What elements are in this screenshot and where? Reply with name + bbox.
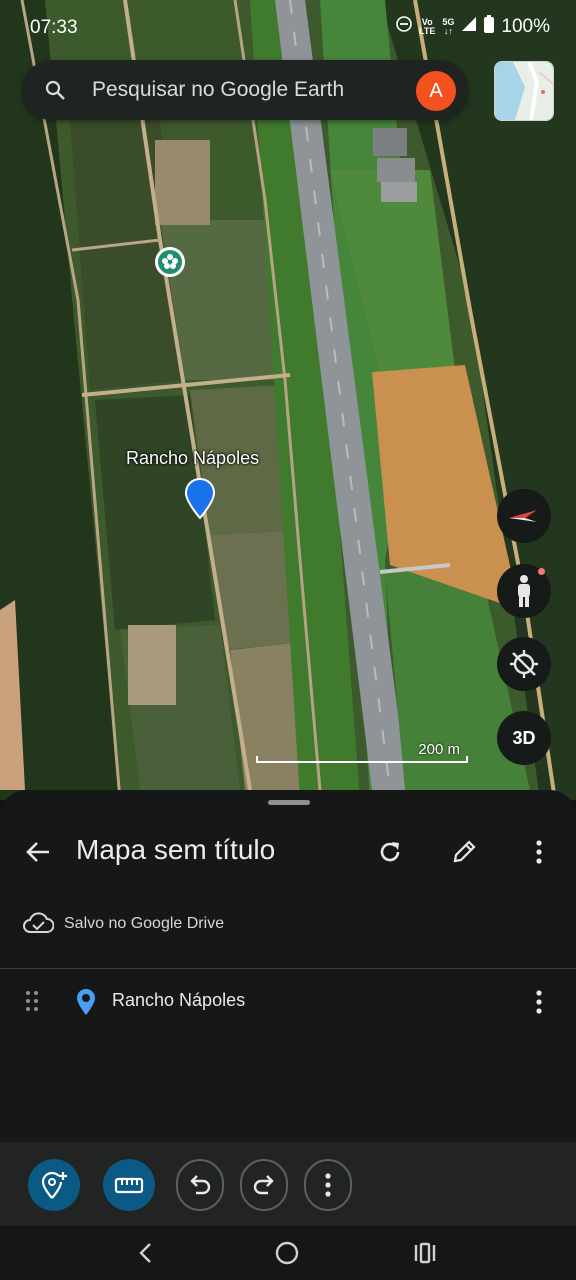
location-disabled-icon xyxy=(510,650,538,678)
map-style-button[interactable] xyxy=(494,61,554,121)
toolbar-more-button[interactable] xyxy=(304,1159,352,1211)
place-marker-icon xyxy=(76,988,96,1021)
undo-icon xyxy=(190,1175,211,1195)
park-marker-icon xyxy=(155,247,185,277)
arrow-back-icon xyxy=(26,842,49,862)
drag-handle-icon[interactable] xyxy=(25,989,39,1018)
nav-home-button[interactable] xyxy=(270,1234,304,1272)
item-more-button[interactable] xyxy=(528,988,550,1016)
volte-icon: Vo LTE xyxy=(419,18,435,36)
place-pin[interactable] xyxy=(184,477,216,525)
network-bottom: ↓↑ xyxy=(443,26,453,36)
list-item-label: Rancho Nápoles xyxy=(112,990,246,1010)
edit-toolbar xyxy=(0,1142,576,1226)
scale-bar: 200 m xyxy=(256,741,468,764)
poi-marker[interactable] xyxy=(152,245,188,288)
recents-icon xyxy=(414,1242,436,1264)
search-bar[interactable]: Pesquisar no Google Earth A xyxy=(22,60,468,120)
add-placemark-button[interactable] xyxy=(28,1159,80,1211)
refresh-icon xyxy=(380,842,400,862)
system-nav-bar xyxy=(0,1226,576,1280)
pencil-icon xyxy=(453,840,476,863)
add-location-icon xyxy=(41,1171,67,1199)
nav-back-button[interactable] xyxy=(128,1234,162,1272)
back-button[interactable] xyxy=(20,834,56,870)
signal-icon xyxy=(461,16,477,38)
my-location-button[interactable] xyxy=(497,637,551,691)
satellite-imagery xyxy=(0,0,576,800)
chevron-left-icon xyxy=(139,1243,151,1263)
save-status: Salvo no Google Drive xyxy=(64,915,225,932)
satellite-map[interactable] xyxy=(0,0,576,800)
compass-button[interactable] xyxy=(497,489,551,543)
measure-button[interactable] xyxy=(103,1159,155,1211)
more-options-button[interactable] xyxy=(528,834,550,870)
more-vert-icon xyxy=(536,990,542,1014)
battery-icon xyxy=(484,15,495,39)
more-vert-icon xyxy=(325,1173,331,1197)
avatar[interactable]: A xyxy=(416,71,456,111)
notification-dot xyxy=(538,568,545,575)
status-icons: Vo LTE 5G ↓↑ 100% xyxy=(396,15,550,39)
toggle-3d-button[interactable]: 3D xyxy=(497,711,551,765)
refresh-button[interactable] xyxy=(372,834,408,870)
pegman-icon xyxy=(518,575,530,607)
home-circle-icon xyxy=(275,1241,299,1265)
location-pin-icon xyxy=(184,477,216,520)
undo-button[interactable] xyxy=(176,1159,224,1211)
dnd-icon xyxy=(396,16,412,38)
map-details-sheet: Mapa sem título Salvo no Google Drive Ra… xyxy=(0,790,576,1142)
nav-recents-button[interactable] xyxy=(408,1234,442,1272)
status-bar: 07:33 Vo LTE 5G ↓↑ 100% xyxy=(0,0,576,56)
cloud-done-icon xyxy=(22,910,55,941)
divider xyxy=(0,968,576,969)
map-place-label[interactable]: Rancho Nápoles xyxy=(126,448,259,469)
volte-bottom: LTE xyxy=(419,26,436,36)
redo-icon xyxy=(253,1175,274,1195)
search-placeholder[interactable]: Pesquisar no Google Earth xyxy=(92,78,344,102)
redo-button[interactable] xyxy=(240,1159,288,1211)
battery-percent: 100% xyxy=(501,16,550,37)
list-item[interactable]: Rancho Nápoles xyxy=(0,970,576,1034)
edit-button[interactable] xyxy=(446,834,482,870)
scale-label: 200 m xyxy=(418,741,460,758)
status-time: 07:33 xyxy=(30,17,78,38)
map-title[interactable]: Mapa sem título xyxy=(76,834,275,866)
map-thumbnail-icon xyxy=(495,62,553,120)
compass-icon xyxy=(509,510,537,522)
street-view-button[interactable] xyxy=(497,564,551,618)
ruler-icon xyxy=(114,1177,144,1194)
network-type-icon: 5G ↓↑ xyxy=(442,18,454,36)
search-icon xyxy=(44,79,66,106)
sheet-drag-handle[interactable] xyxy=(268,800,310,805)
more-vert-icon xyxy=(536,840,542,864)
